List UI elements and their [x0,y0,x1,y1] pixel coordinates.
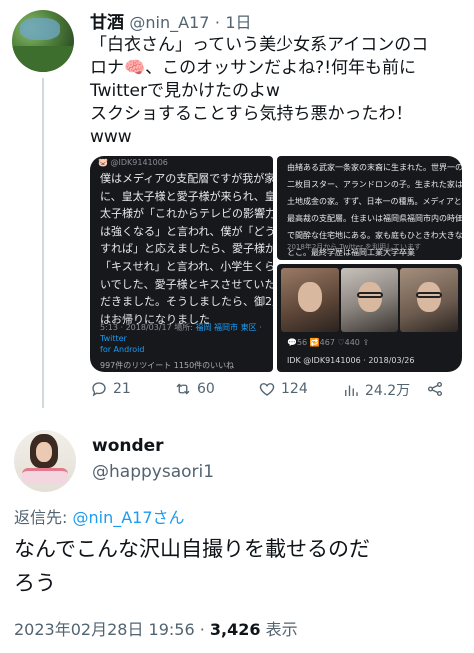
timestamp-text[interactable]: 2023年02月28日 19:56 · [14,620,210,639]
screenshot-footer-time: 5:13 · 2018/03/17 場所: [100,323,193,332]
retweet-icon [176,383,190,395]
screenshot-text-line: 「キスせれ」と言われ、小学生くら [100,259,273,273]
view-count: 3,426 [209,620,261,639]
screenshot-footer-sep: · [256,323,262,332]
media-screenshot-2[interactable]: 由緒ある武家一条家の末裔に生まれた。世界一の 二枚目スター、アランドロンの子。生… [277,156,462,260]
avatar-cake [22,468,68,484]
tweet-text: 「白衣さん」っていう美少女系アイコンのコ ロナ🧠、このオッサンだよね?!何年も前… [90,34,468,149]
tweet-text-line: www [90,127,132,147]
screenshot-bio-footer: 2018年2月から Twitter を利用しています [287,243,421,251]
screenshot-user-line: IDK @IDK9141006 · 2018/03/26 [287,356,415,365]
screenshot-footer-place: 福岡 福岡市 東区 [195,323,257,332]
tweet-text-line: ロナ🧠、このオッサンだよね?!何年も前に [90,58,417,78]
views-bar-icon [345,385,358,396]
share-icon [427,381,443,397]
display-name[interactable]: 甘酒 [90,13,124,33]
screenshot-text-line: すれば」と応えましたら、愛子様が [100,242,273,256]
tweet-text: なんでこんな沢山自撮りを載せるのだ ろう [14,532,464,600]
screenshot-engagement: 💬56 🔁467 ♡440 ⇪ [287,338,370,347]
glasses-shape [416,292,443,299]
reply-button[interactable]: 21 [90,380,131,398]
display-name[interactable]: wonder [92,436,164,456]
screenshot-bio-line: 二枚目スター、アランドロンの子。生まれた家は [287,180,462,189]
media-screenshot-3[interactable]: 💬56 🔁467 ♡440 ⇪ IDK @IDK9141006 · 2018/0… [277,264,462,372]
avatar-water [20,18,60,40]
screenshot-bio-line: 土地成金の家。すず、日本一の種馬。メディアと [287,197,462,206]
thread-connector-line [42,78,44,408]
screenshot-user-id: 🐷 @IDK9141006 [98,158,168,167]
screenshot-text-line: に、皇太子様と愛子様が来られ、皇 [100,189,273,203]
selfie-photo [340,268,399,332]
media-grid: 🐷 @IDK9141006 僕はメディアの支配層ですが我が家 に、皇太子様と愛子… [90,156,462,372]
views-count: 24.2万 [365,383,411,399]
screenshot-text-line: いでした、愛子様とキスさせていた [100,277,273,291]
avatar-face [36,442,52,462]
reply-tweet: wonder @happysaori1 返信先: @nin_A17さん なんでこ… [0,420,474,653]
view-label: 表示 [260,620,298,639]
original-tweet: 甘酒 @nin_A17 · 1日 「白衣さん」っていう美少女系アイコンのコ ロナ… [0,0,474,420]
screenshot-bio-line: 由緒ある武家一条家の末裔に生まれた。世界一の [287,163,462,172]
screenshot-bio-line: 最高裁の支配層。住まいは福岡県福岡市内の時価 [287,214,462,223]
views-button[interactable]: 24.2万 [342,380,410,400]
replying-to-label: 返信先: [14,508,73,527]
heart-icon [259,383,275,396]
share-button[interactable] [426,380,444,398]
retweet-count: 60 [197,381,215,397]
retweet-button[interactable]: 60 [174,380,215,398]
avatar[interactable] [12,10,74,72]
screenshot-text-line: 僕はメディアの支配層ですが我が家 [100,172,273,185]
glasses-shape [356,292,383,299]
tweet-timestamp: 2023年02月28日 19:56 · 3,426 表示 [14,616,298,640]
tweet-text-line: 「白衣さん」っていう美少女系アイコンのコ [90,35,429,55]
separator-dot: · [214,13,220,32]
media-screenshot-1[interactable]: 🐷 @IDK9141006 僕はメディアの支配層ですが我が家 に、皇太子様と愛子… [90,156,273,372]
screenshot-bio-line: で間酔な住宅地にある。家も庭もひときわ大きな [287,231,462,240]
reply-icon [92,382,106,397]
tweet-header: 甘酒 @nin_A17 · 1日 [90,8,252,33]
handle[interactable]: @happysaori1 [92,462,214,482]
tweet-age[interactable]: 1日 [225,13,251,32]
selfie-photo [281,268,339,332]
like-button[interactable]: 124 [258,380,308,398]
avatar-grass [12,46,74,72]
reply-count: 21 [113,381,131,397]
tweet-text-line: Twitterで見かけたのよw [90,81,280,101]
screenshot-footer-client-2: for Android [100,345,145,354]
selfie-photo-row [277,264,462,336]
face-shape [297,282,322,313]
handle[interactable]: @nin_A17 [129,13,209,32]
avatar[interactable] [14,430,76,492]
screenshot-footer: 5:13 · 2018/03/17 場所: 福岡 福岡市 東区 · Twitte… [100,322,273,355]
screenshot-text-line: 太子様が「これからテレビの影響力 [100,207,273,221]
selfie-photo [400,268,459,332]
tweet-action-bar: 21 60 124 24.2万 [90,380,462,402]
tweet-text-line: なんでこんな沢山自撮りを載せるのだ [14,537,370,561]
like-count: 124 [281,381,308,397]
screenshot-text-line: だきました。そうしましたら、御2人 [100,295,273,309]
tweet-text-line: ろう [14,571,56,595]
tweet-text-line: スクショすることすら気持ち悪かったわ！ [90,104,413,124]
replying-to: 返信先: @nin_A17さん [14,504,185,528]
screenshot-footer-client: Twitter [100,334,127,343]
screenshot-text-line: は強くなる」と言われ、僕が「どう [100,224,273,238]
screenshot-stats: 997件のリツイート 1150件のいいね [100,361,235,370]
replying-to-link[interactable]: @nin_A17さん [72,508,184,527]
